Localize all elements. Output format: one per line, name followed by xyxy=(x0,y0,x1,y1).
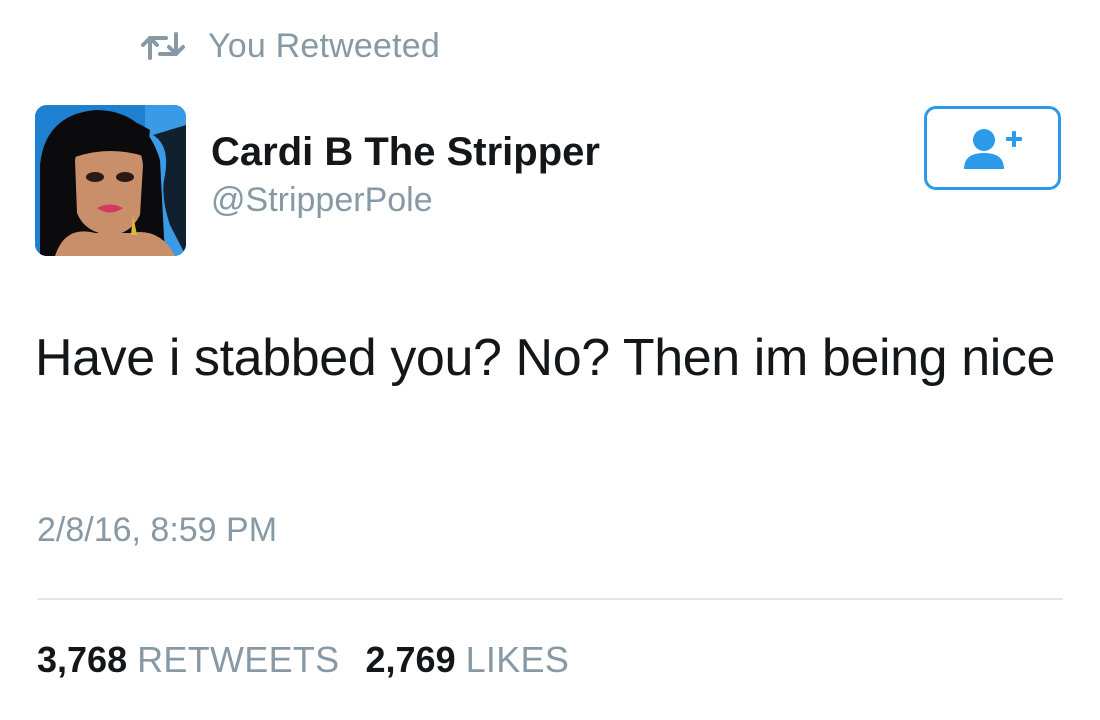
retweets-count: 3,768 xyxy=(37,639,128,680)
likes-label: LIKES xyxy=(465,639,570,680)
add-user-icon xyxy=(963,129,1022,169)
retweet-context-text: You Retweeted xyxy=(208,26,440,65)
follow-button[interactable] xyxy=(924,106,1061,190)
tweet-timestamp[interactable]: 2/8/16, 8:59 PM xyxy=(37,508,277,552)
tweet-text: Have i stabbed you? No? Then im being ni… xyxy=(35,329,1056,387)
display-name[interactable]: Cardi B The Stripper xyxy=(211,128,600,176)
retweet-context: You Retweeted xyxy=(140,26,440,66)
divider xyxy=(37,598,1063,600)
likes-count: 2,769 xyxy=(365,639,456,680)
likes-stat[interactable]: 2,769 LIKES xyxy=(366,636,570,684)
user-handle[interactable]: @StripperPole xyxy=(211,178,600,222)
retweet-icon xyxy=(141,32,185,60)
tweet-stats: 3,768 RETWEETS 2,769 LIKES xyxy=(37,636,595,684)
author-info: Cardi B The Stripper @StripperPole xyxy=(211,128,600,222)
retweets-label: RETWEETS xyxy=(137,639,340,680)
retweets-stat[interactable]: 3,768 RETWEETS xyxy=(37,636,340,684)
avatar[interactable] xyxy=(35,105,186,256)
